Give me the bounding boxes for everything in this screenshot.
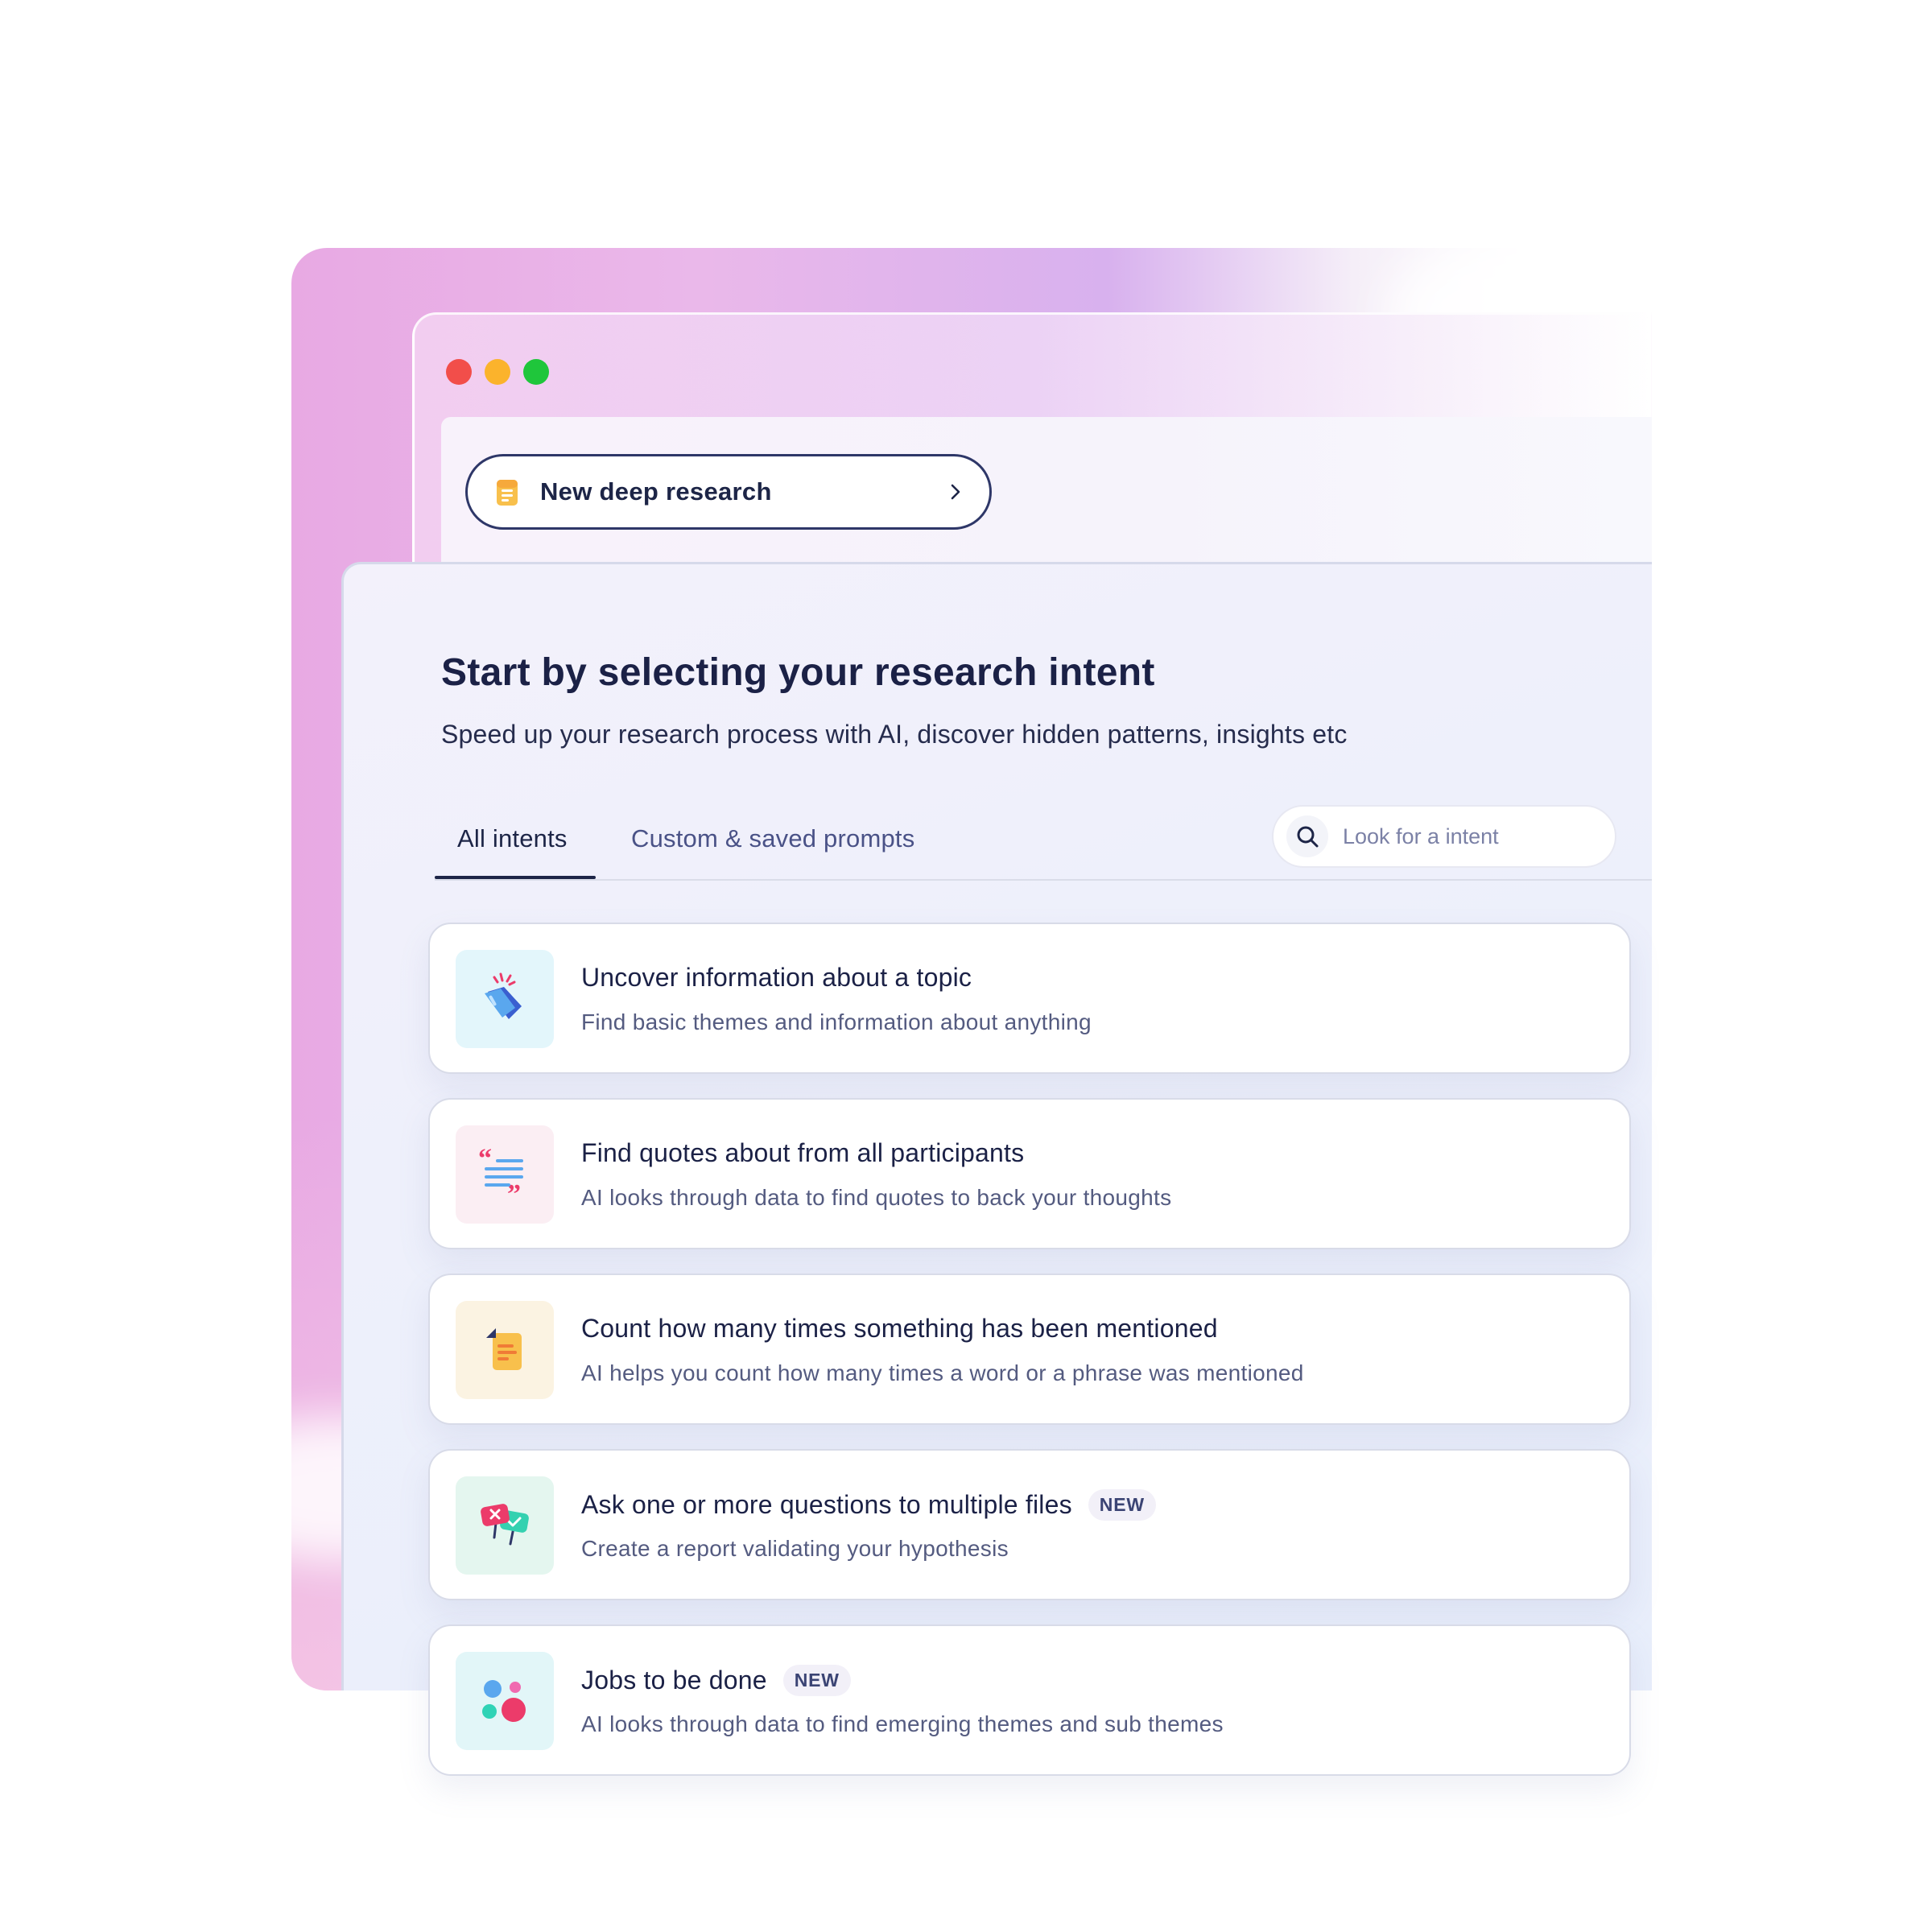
intent-description: AI looks through data to find emerging t…: [581, 1711, 1224, 1736]
minimize-window-button[interactable]: [485, 359, 510, 385]
intent-description: Create a report validating your hypothes…: [581, 1536, 1009, 1561]
validate-signs-icon: [477, 1496, 533, 1556]
intent-icon-box: “ ”: [456, 1125, 554, 1224]
tab-custom-saved-prompts[interactable]: Custom & saved prompts: [631, 824, 914, 853]
page-title: Start by selecting your research intent: [441, 651, 1155, 694]
intent-description: AI looks through data to find quotes to …: [581, 1185, 1172, 1210]
intent-title: Ask one or more questions to multiple fi…: [581, 1489, 1156, 1521]
intent-description: Find basic themes and information about …: [581, 1009, 1092, 1034]
notepad-icon: [495, 477, 519, 507]
intent-title: Jobs to be done NEW: [581, 1665, 851, 1696]
intent-description: AI helps you count how many times a word…: [581, 1360, 1304, 1385]
intent-card-uncover-topic[interactable]: Uncover information about a topic Find b…: [428, 923, 1631, 1074]
intent-icon-box: [456, 1476, 554, 1575]
new-deep-research-button[interactable]: New deep research: [465, 454, 992, 530]
document-icon: [477, 1320, 533, 1381]
intent-icon-box: [456, 1652, 554, 1750]
intent-search: [1272, 805, 1616, 868]
tag-sparkle-icon: [477, 969, 533, 1030]
tab-all-intents[interactable]: All intents: [457, 824, 568, 853]
new-badge: NEW: [782, 1665, 851, 1696]
bubbles-icon: [477, 1671, 533, 1732]
intent-title: Find quotes about from all participants: [581, 1138, 1025, 1167]
window-controls: [446, 359, 549, 385]
maximize-window-button[interactable]: [523, 359, 549, 385]
new-badge: NEW: [1088, 1489, 1156, 1521]
intent-card-ask-questions[interactable]: Ask one or more questions to multiple fi…: [428, 1449, 1631, 1600]
quote-icon: “ ”: [477, 1144, 533, 1209]
svg-text:”: ”: [507, 1179, 521, 1201]
new-deep-research-label: New deep research: [540, 477, 772, 506]
chevron-right-icon: [946, 482, 965, 502]
intent-title: Uncover information about a topic: [581, 963, 972, 992]
search-icon[interactable]: [1286, 815, 1328, 857]
close-window-button[interactable]: [446, 359, 472, 385]
page-subtitle: Speed up your research process with AI, …: [441, 720, 1348, 749]
intent-card-jobs-to-be-done[interactable]: Jobs to be done NEW AI looks through data…: [428, 1624, 1631, 1776]
search-input[interactable]: [1343, 824, 1584, 849]
active-tab-indicator: [435, 876, 596, 879]
intent-title: Count how many times something has been …: [581, 1314, 1218, 1343]
intent-icon-box: [456, 950, 554, 1048]
intent-card-find-quotes[interactable]: “ ” Find quotes about from all participa…: [428, 1098, 1631, 1249]
intent-icon-box: [456, 1301, 554, 1399]
intent-card-count-mentions[interactable]: Count how many times something has been …: [428, 1274, 1631, 1425]
